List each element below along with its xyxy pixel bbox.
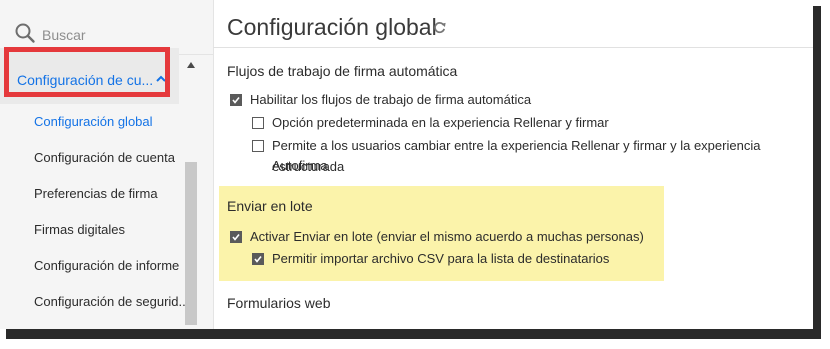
allow-switch-label: Permite a los usuarios cambiar entre la … <box>272 138 761 173</box>
allow-switch-checkbox[interactable] <box>252 140 264 152</box>
sidebar-subitem-global-settings[interactable]: Configuración global <box>34 114 153 129</box>
default-option-checkbox[interactable] <box>252 117 264 129</box>
sidebar-subitem-digital-signatures[interactable]: Firmas digitales <box>34 222 125 237</box>
page-title: Configuración global <box>227 14 437 40</box>
title-divider <box>213 47 813 48</box>
activate-bulk-send-checkbox[interactable] <box>230 231 242 243</box>
scroll-up-arrow-icon[interactable] <box>186 60 196 70</box>
default-option-label: Opción predeterminada en la experiencia … <box>272 115 609 130</box>
section-title-bulk-send: Enviar en lote <box>227 198 313 214</box>
window-shadow-bottom <box>6 329 821 339</box>
window-shadow-right <box>813 6 821 339</box>
search-icon <box>15 23 35 43</box>
sidebar-subitem-security-settings[interactable]: Configuración de segurid... <box>34 294 189 309</box>
sidebar-subitem-report-settings[interactable]: Configuración de informe <box>34 258 179 273</box>
scrollbar-thumb[interactable] <box>185 162 197 325</box>
callout-highlight-box <box>4 47 170 97</box>
sidebar: Buscar Configuración de cu... Configurac… <box>0 0 214 329</box>
app-window: Buscar Configuración de cu... Configurac… <box>0 0 813 329</box>
enable-auto-sign-label: Habilitar los flujos de trabajo de firma… <box>250 92 532 107</box>
checkmark-icon <box>254 256 262 263</box>
checkmark-icon <box>232 234 240 241</box>
sidebar-subitem-account-settings[interactable]: Configuración de cuenta <box>34 150 175 165</box>
sidebar-subitem-signature-preferences[interactable]: Preferencias de firma <box>34 186 158 201</box>
checkmark-icon <box>232 97 240 104</box>
allow-switch-label-continued: estructurada <box>272 159 345 174</box>
allow-csv-import-label: Permitir importar archivo CSV para la li… <box>272 251 610 266</box>
enable-auto-sign-checkbox[interactable] <box>230 94 242 106</box>
activate-bulk-send-label: Activar Enviar en lote (enviar el mismo … <box>250 229 644 244</box>
section-title-web-forms: Formularios web <box>227 295 331 311</box>
allow-csv-import-checkbox[interactable] <box>252 253 264 265</box>
section-title-auto-sign: Flujos de trabajo de firma automática <box>227 63 458 79</box>
refresh-icon[interactable] <box>432 20 447 35</box>
search-input[interactable]: Buscar <box>42 27 86 43</box>
